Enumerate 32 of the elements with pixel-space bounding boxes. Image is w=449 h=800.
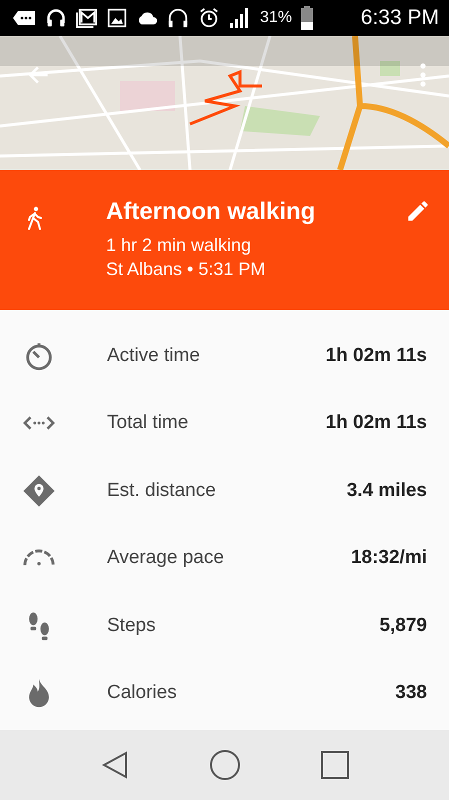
stat-label: Average pace <box>107 547 225 570</box>
stat-label: Steps <box>107 614 157 637</box>
stat-label: Active time <box>107 344 201 367</box>
alarm-clock-icon <box>198 7 220 29</box>
clock-time: 6:33 PM <box>360 6 439 30</box>
stat-value: 5,879 <box>379 614 427 637</box>
stat-value: 338 <box>395 682 427 704</box>
stat-value: 18:32/mi <box>350 547 427 570</box>
walking-person-icon <box>26 206 44 230</box>
battery-percent: 31% <box>260 9 292 27</box>
cloud-icon <box>136 10 158 26</box>
activity-place-time: St Albans • 5:31 PM <box>106 258 266 281</box>
stat-label: Est. distance <box>107 480 217 502</box>
square-recents-icon <box>320 750 350 780</box>
headphones-icon <box>167 7 189 29</box>
stat-value: 1h 02m 11s <box>326 344 427 367</box>
triangle-back-icon <box>100 750 130 780</box>
mail-icon <box>76 8 98 28</box>
stat-value: 1h 02m 11s <box>326 412 427 434</box>
circle-home-icon <box>208 749 240 781</box>
signal-icon <box>229 7 251 29</box>
notification-tag-icon <box>12 10 36 26</box>
stat-label: Calories <box>107 682 178 704</box>
battery-icon <box>301 6 314 30</box>
image-icon <box>107 8 127 28</box>
more-vertical-icon <box>419 62 427 88</box>
stat-value: 3.4 miles <box>346 480 427 502</box>
activity-title: Afternoon walking <box>106 198 316 226</box>
activity-summary: 1 hr 2 min walking <box>106 234 252 257</box>
stat-label: Total time <box>107 412 190 434</box>
headphones-icon <box>45 8 67 28</box>
location-diamond-icon <box>22 474 56 508</box>
